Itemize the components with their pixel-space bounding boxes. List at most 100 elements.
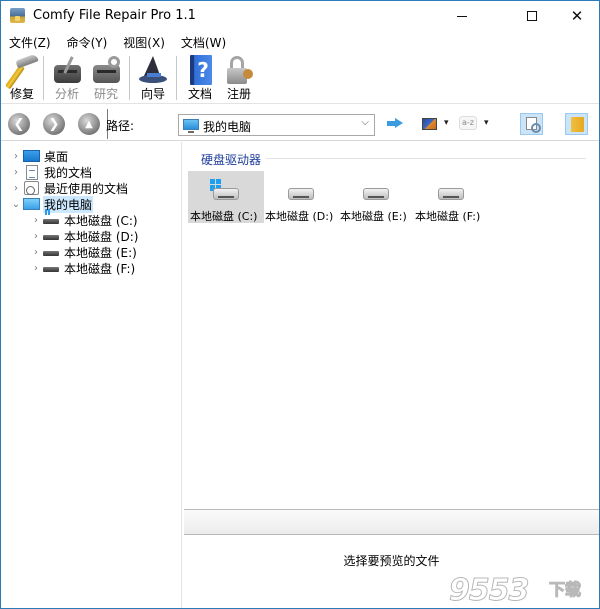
tree-item-drive-c[interactable]: › 本地磁盘 (C:) — [30, 209, 139, 228]
hammer-icon — [5, 53, 39, 90]
tree-item-drive-d[interactable]: › 本地磁盘 (D:) — [30, 228, 139, 244]
tree-item-label: 本地磁盘 (E:) — [64, 245, 137, 260]
preview-pane: 选择要预览的文件 — [184, 536, 599, 608]
wizard-label: 向导 — [140, 87, 165, 101]
group-header-hard-drives: 硬盘驱动器 — [201, 153, 262, 167]
minimize-icon — [457, 15, 467, 17]
window-title: Comfy File Repair Pro 1.1 — [33, 8, 196, 23]
hard-drive-icon — [288, 188, 314, 200]
research-label: 研究 — [93, 87, 118, 101]
analyze-button[interactable]: 分析 — [51, 54, 83, 102]
tree-item-label: 本地磁盘 (F:) — [64, 261, 136, 276]
wizard-hat-icon — [137, 54, 169, 84]
computer-icon — [23, 198, 40, 210]
expand-icon[interactable]: › — [10, 183, 22, 194]
sort-dropdown-arrow-icon[interactable]: ▾ — [484, 118, 489, 128]
go-arrow-icon[interactable] — [387, 118, 403, 128]
forward-button[interactable]: ❯ — [43, 113, 65, 135]
expand-icon[interactable]: › — [10, 167, 22, 178]
up-button[interactable]: ▲ — [78, 113, 100, 135]
drive-label: 本地磁盘 (F:) — [415, 210, 481, 223]
expand-icon[interactable]: › — [30, 215, 42, 226]
tree-item-label: 我的文档 — [44, 165, 93, 180]
recent-icon — [24, 181, 39, 195]
watermark-logo: 9553 — [449, 573, 530, 609]
drive-icon — [43, 219, 59, 224]
repair-label: 修复 — [9, 87, 34, 101]
padlock-icon — [223, 54, 255, 84]
drive-icon — [43, 235, 59, 240]
docs-label: 文档 — [187, 87, 212, 101]
navigation-bar: ❮ ❯ ▲ 路径: 我的电脑 ⌵ ▾ a-z ▾ — [1, 105, 599, 141]
hard-drive-icon — [438, 188, 464, 200]
collapse-icon[interactable]: ⌄ — [10, 199, 22, 210]
view-dropdown-arrow-icon[interactable]: ▾ — [444, 118, 449, 128]
register-button[interactable]: 注册 — [223, 54, 255, 102]
app-icon — [10, 8, 25, 23]
tree-item-label: 桌面 — [44, 149, 69, 164]
toolbar: 修复 分析 研究 向导 ? 文档 注册 — [1, 52, 599, 104]
tree-item-drive-f[interactable]: › 本地磁盘 (F:) — [30, 260, 136, 276]
drive-icon — [43, 251, 59, 256]
preview-splitter[interactable] — [184, 509, 599, 535]
wizard-button[interactable]: 向导 — [137, 54, 169, 102]
menu-view[interactable]: 视图(X) — [123, 34, 165, 51]
group-divider — [266, 158, 586, 159]
chevron-down-icon: ⌵ — [361, 117, 369, 128]
drive-tile-e[interactable]: 本地磁盘 (E:) — [338, 171, 414, 223]
research-button[interactable]: 研究 — [90, 54, 122, 102]
desktop-icon — [23, 150, 40, 162]
minimize-button[interactable] — [439, 1, 485, 31]
document-icon — [26, 165, 38, 180]
expand-icon[interactable]: › — [30, 231, 42, 242]
menu-file[interactable]: 文件(Z) — [9, 34, 51, 51]
toolbar-separator — [43, 56, 44, 100]
preview-placeholder: 选择要预览的文件 — [343, 554, 440, 568]
menu-bar: 文件(Z) 命令(Y) 视图(X) 文档(W) — [1, 32, 599, 52]
sort-icon[interactable]: a-z — [459, 116, 477, 130]
tree-item-desktop[interactable]: › 桌面 — [10, 148, 69, 164]
expand-icon[interactable]: › — [30, 247, 42, 258]
tree-item-my-documents[interactable]: › 我的文档 — [10, 164, 93, 180]
docs-button[interactable]: ? 文档 — [184, 54, 216, 102]
drive-tile-c[interactable]: 本地磁盘 (C:) — [188, 171, 264, 223]
file-list-view: 硬盘驱动器 本地磁盘 (C:) 本地磁盘 (D:) 本地磁盘 (E:) 本地磁盘… — [184, 142, 599, 508]
path-combobox[interactable]: 我的电脑 ⌵ — [178, 114, 375, 136]
expand-icon[interactable]: › — [10, 151, 22, 162]
tree-item-recent-documents[interactable]: › 最近使用的文档 — [10, 180, 129, 196]
help-book-icon: ? — [184, 54, 216, 85]
maximize-icon — [527, 11, 537, 21]
folder-icon — [571, 117, 584, 132]
preview-magnifier-icon — [526, 117, 541, 133]
hard-drive-icon — [213, 188, 239, 200]
toolbox-gear-icon — [90, 54, 122, 84]
folders-toggle-button[interactable] — [565, 113, 588, 135]
back-button[interactable]: ❮ — [8, 113, 30, 135]
analyze-label: 分析 — [54, 87, 79, 101]
folder-tree: › 桌面 › 我的文档 › 最近使用的文档 ⌄ 我的电脑 › 本地磁盘 (C:)… — [2, 142, 182, 608]
drive-tile-f[interactable]: 本地磁盘 (F:) — [413, 171, 489, 223]
tree-item-label: 最近使用的文档 — [44, 181, 129, 196]
tree-item-label: 本地磁盘 (C:) — [64, 213, 138, 228]
menu-documents[interactable]: 文档(W) — [181, 34, 226, 51]
tree-item-my-computer[interactable]: ⌄ 我的电脑 — [10, 195, 94, 213]
drive-label: 本地磁盘 (D:) — [265, 210, 334, 223]
preview-toggle-button[interactable] — [520, 113, 543, 135]
drive-label: 本地磁盘 (E:) — [340, 210, 407, 223]
drive-tile-d[interactable]: 本地磁盘 (D:) — [263, 171, 339, 223]
menu-command[interactable]: 命令(Y) — [67, 34, 108, 51]
tree-item-drive-e[interactable]: › 本地磁盘 (E:) — [30, 244, 138, 260]
view-mode-icon[interactable] — [422, 118, 437, 130]
watermark-sub: 下载 — [548, 580, 582, 600]
forward-arrow-icon: ❯ — [48, 116, 60, 132]
title-bar: Comfy File Repair Pro 1.1 ✕ — [1, 1, 599, 31]
repair-button[interactable]: 修复 — [5, 53, 39, 102]
toolbox-icon — [51, 54, 83, 84]
tree-item-label: 本地磁盘 (D:) — [64, 229, 139, 244]
expand-icon[interactable]: › — [30, 263, 42, 274]
maximize-button[interactable] — [509, 1, 555, 31]
path-label: 路径: — [106, 119, 135, 133]
close-button[interactable]: ✕ — [554, 1, 600, 31]
register-label: 注册 — [226, 87, 251, 101]
up-arrow-icon: ▲ — [85, 118, 93, 130]
